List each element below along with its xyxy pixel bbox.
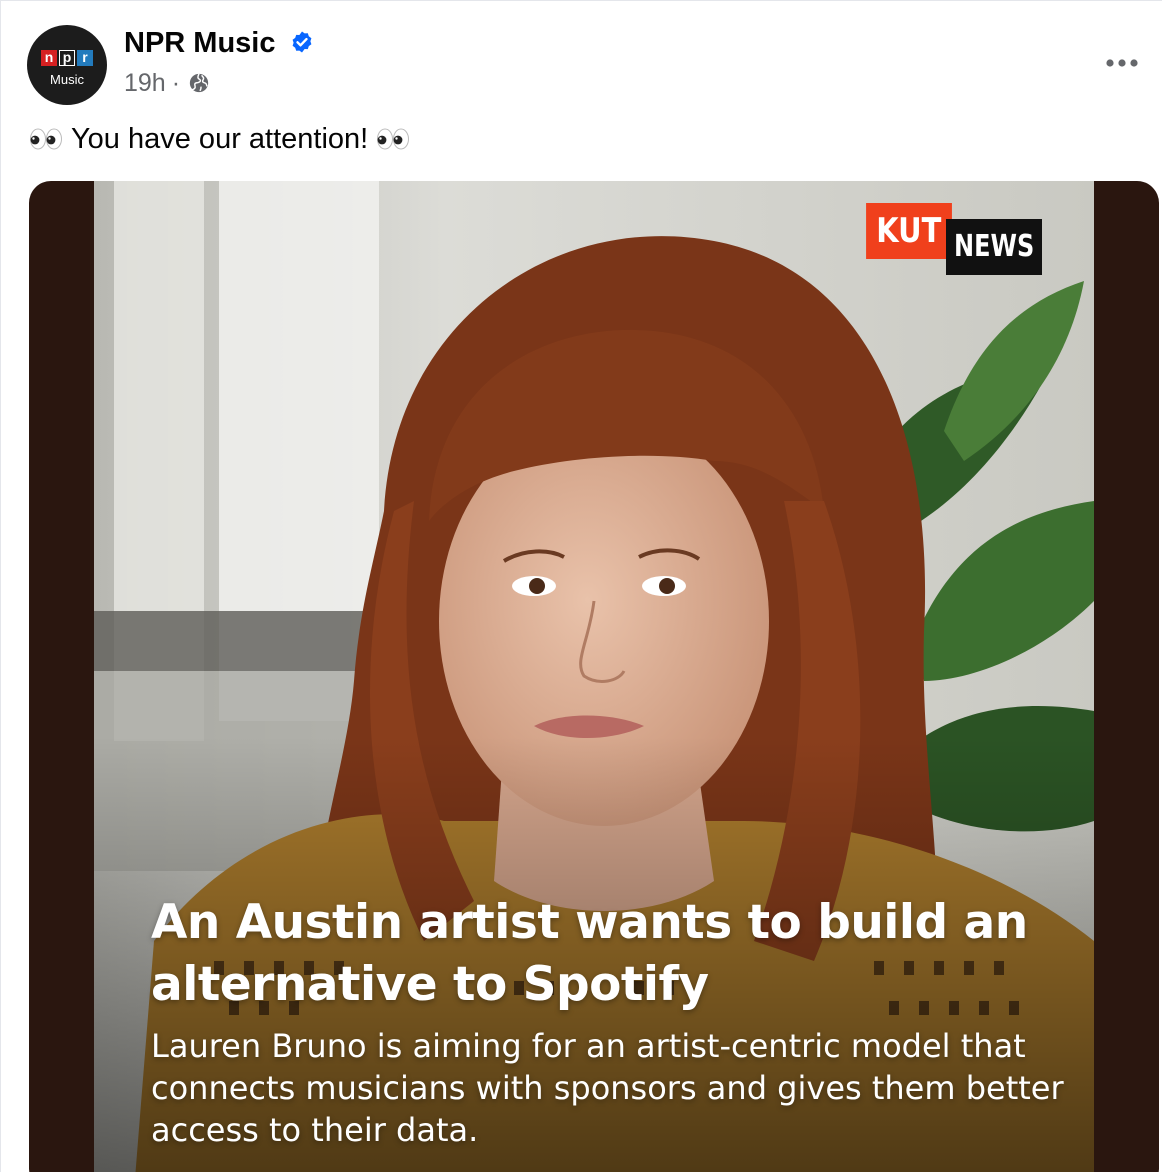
eyes-emoji-icon <box>30 128 62 150</box>
facebook-post: n p r Music NPR Music 19h · You have our… <box>0 0 1162 1172</box>
post-caption: You have our attention! <box>29 119 410 159</box>
eyes-emoji-icon <box>377 128 410 150</box>
npr-logo-n: n <box>41 50 57 66</box>
portrait-illustration <box>94 181 1094 1172</box>
page-avatar[interactable]: n p r Music <box>27 25 107 105</box>
caption-text: You have our attention! <box>71 123 369 155</box>
avatar-subtitle: Music <box>50 72 84 87</box>
globe-icon[interactable] <box>188 72 210 94</box>
kut-news-logo: KUT NEWS <box>851 203 1066 275</box>
kut-logo-text: KUT <box>866 203 952 259</box>
news-logo-text: NEWS <box>945 219 1042 275</box>
post-timestamp[interactable]: 19h <box>124 67 166 99</box>
post-header: n p r Music NPR Music 19h · <box>25 23 1142 107</box>
post-image[interactable]: KUT NEWS An Austin artist wants to build… <box>29 181 1159 1172</box>
image-subheadline: Lauren Bruno is aiming for an artist-cen… <box>151 1027 1064 1149</box>
image-headline: An Austin artist wants to build an alter… <box>151 895 1028 1012</box>
npr-logo-p: p <box>59 50 75 66</box>
meta-separator: · <box>171 69 181 97</box>
npr-logo: n p r <box>41 50 93 66</box>
more-options-icon <box>1106 59 1138 67</box>
page-name-link[interactable]: NPR Music <box>124 25 275 61</box>
verified-badge-icon <box>292 31 312 53</box>
article-photo: KUT NEWS An Austin artist wants to build… <box>94 181 1094 1172</box>
post-meta: 19h · <box>124 67 210 99</box>
more-options-button[interactable] <box>1102 45 1142 81</box>
npr-logo-r: r <box>77 50 93 66</box>
